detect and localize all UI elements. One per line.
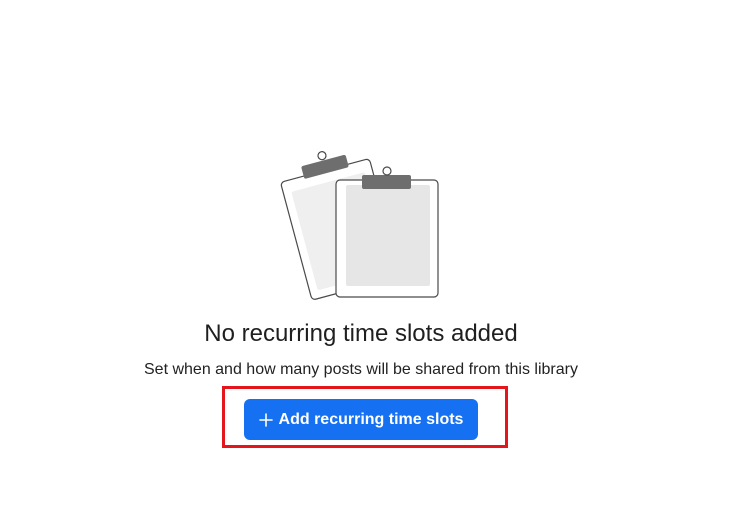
empty-state-panel: No recurring time slots added Set when a…	[0, 0, 730, 526]
empty-state-subtitle: Set when and how many posts will be shar…	[144, 361, 578, 378]
add-recurring-time-slots-button[interactable]: Add recurring time slots	[244, 399, 478, 440]
add-button-label: Add recurring time slots	[278, 410, 464, 428]
empty-state-title: No recurring time slots added	[204, 320, 518, 347]
plus-icon	[258, 412, 273, 427]
clipboards-icon	[280, 151, 439, 300]
